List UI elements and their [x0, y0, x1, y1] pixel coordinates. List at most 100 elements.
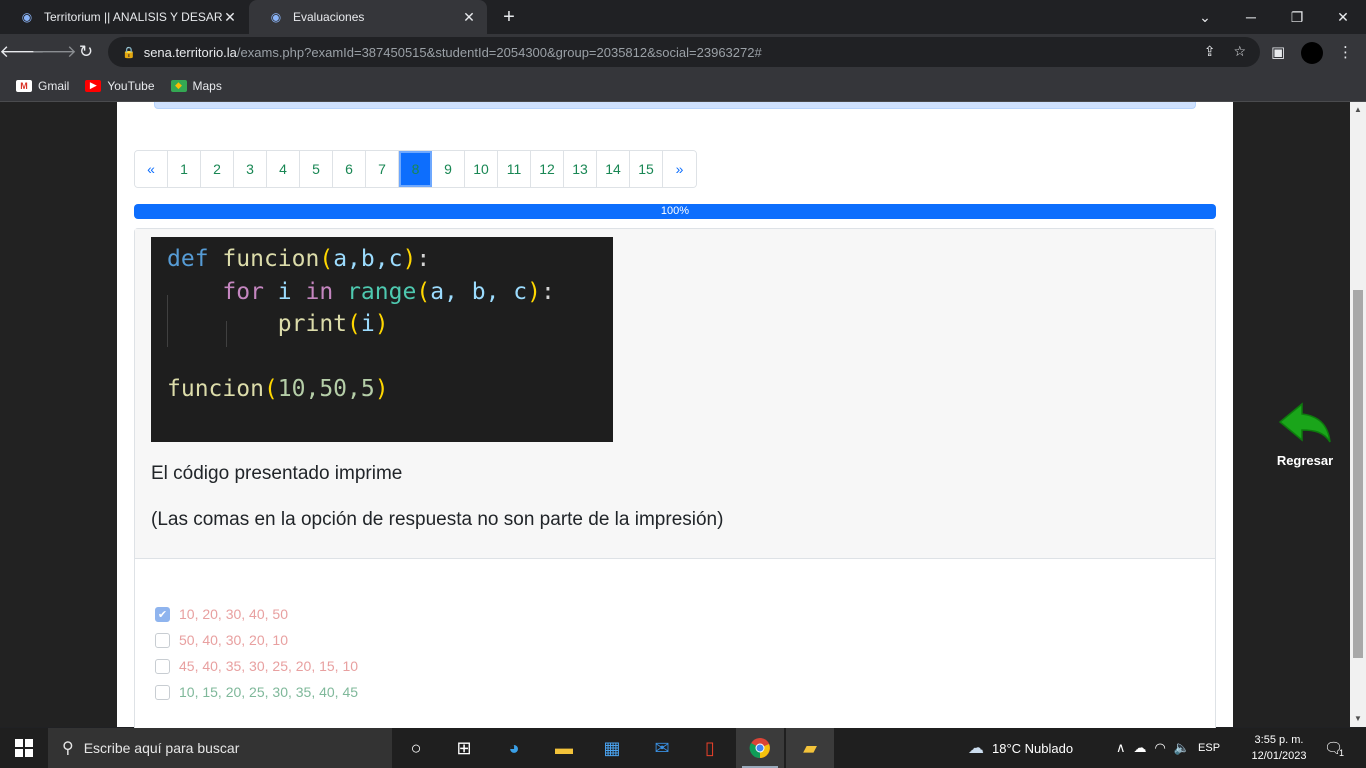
answer-option[interactable]: 50, 40, 30, 20, 10 [155, 627, 358, 653]
scroll-up-icon[interactable]: ▲ [1350, 102, 1366, 118]
eye-icon: ◉ [270, 10, 282, 24]
windows-taskbar: ⚲ Escribe aquí para buscar ○ ⊞ ◕ ▬ ▦ ✉ ▯… [0, 728, 1366, 768]
chrome-icon[interactable] [736, 728, 784, 768]
weather-widget[interactable]: ☁ 18°C Nublado [968, 728, 1073, 768]
notification-count: 1 [1339, 748, 1345, 758]
share-icon[interactable]: ⇪ [1204, 43, 1216, 60]
back-button-regresar[interactable]: Regresar [1270, 402, 1340, 468]
answer-option[interactable]: 10, 15, 20, 25, 30, 35, 40, 45 [155, 679, 358, 705]
cortana-icon[interactable]: ○ [392, 728, 440, 768]
tab-evaluaciones[interactable]: ◉ Evaluaciones ✕ [249, 0, 487, 34]
language-indicator[interactable]: ESP [1198, 742, 1220, 754]
windows-logo-icon [15, 739, 33, 757]
answer-checkbox[interactable] [155, 684, 170, 700]
answer-label[interactable]: 10, 15, 20, 25, 30, 35, 40, 45 [179, 684, 358, 700]
chevron-up-icon[interactable]: ∧ [1116, 740, 1126, 756]
folder-icon[interactable]: ▰ [786, 728, 834, 768]
pagination: «1 2 3 4 5 6 7 8 9 10 11 12 13 14 15» [134, 150, 697, 188]
edge-icon[interactable]: ◕ [490, 728, 538, 768]
pagination-page-15[interactable]: 15 [630, 151, 663, 187]
onedrive-icon[interactable]: ☁ [1134, 740, 1147, 756]
bookmark-maps[interactable]: ◆ Maps [170, 79, 222, 93]
store-icon[interactable]: ▦ [588, 728, 636, 768]
gmail-icon: M [16, 79, 32, 92]
pagination-next[interactable]: » [663, 151, 696, 187]
alert-box [154, 102, 1196, 109]
minimize-button[interactable]: ─ [1228, 0, 1274, 34]
avatar[interactable] [1301, 42, 1323, 64]
back-label: Regresar [1276, 453, 1334, 468]
answer-label[interactable]: 45, 40, 35, 30, 25, 20, 15, 10 [179, 658, 358, 674]
tab-search-icon[interactable]: ⌄ [1182, 0, 1228, 34]
clock-time: 3:55 p. m. [1254, 734, 1304, 746]
close-icon[interactable]: ✕ [461, 9, 477, 26]
office-icon[interactable]: ▯ [686, 728, 734, 768]
maps-icon: ◆ [170, 79, 187, 92]
task-view-icon[interactable]: ⊞ [440, 728, 488, 768]
youtube-icon: ▶ [85, 79, 102, 92]
url-path: /exams.php?examId=387450515&studentId=20… [236, 44, 762, 60]
answer-checkbox[interactable] [155, 632, 170, 648]
bookmark-label: Gmail [38, 78, 70, 93]
wifi-icon[interactable]: ◠ [1155, 740, 1166, 756]
answer-options: ✔ 10, 20, 30, 40, 50 50, 40, 30, 20, 10 45,… [155, 601, 358, 705]
answer-checkbox[interactable]: ✔ [155, 606, 170, 622]
side-panel-icon[interactable]: ▣ [1271, 38, 1285, 66]
notifications-button[interactable]: 🗨 1 [1324, 728, 1344, 768]
bookmark-label: YouTube [107, 78, 155, 93]
pagination-page-5[interactable]: 5 [300, 151, 333, 187]
pagination-page-6[interactable]: 6 [333, 151, 366, 187]
pagination-prev[interactable]: « [135, 151, 168, 187]
exam-container: «1 2 3 4 5 6 7 8 9 10 11 12 13 14 15» 100% def funcion… [117, 102, 1233, 738]
mail-icon[interactable]: ✉ [638, 728, 686, 768]
answer-label[interactable]: 50, 40, 30, 20, 10 [179, 632, 288, 648]
answer-option[interactable]: ✔ 10, 20, 30, 40, 50 [155, 601, 358, 627]
star-icon[interactable]: ☆ [1233, 43, 1246, 60]
reload-button[interactable]: ↻ [72, 38, 100, 66]
answer-label[interactable]: 10, 20, 30, 40, 50 [179, 606, 288, 622]
code-image: def funcion(a,b,c): for i in range(a, b,… [151, 237, 613, 442]
progress-fill: 100% [134, 204, 1216, 219]
search-placeholder: Escribe aquí para buscar [83, 740, 240, 756]
chrome-logo-icon [749, 738, 770, 759]
tab-territorium[interactable]: ◉ Territorium || ANALISIS Y DESARR ✕ [0, 0, 248, 34]
page-scrollbar[interactable]: ▲ ▼ [1350, 102, 1366, 727]
answer-option[interactable]: 45, 40, 35, 30, 25, 20, 15, 10 [155, 653, 358, 679]
new-tab-button[interactable]: + [498, 6, 520, 28]
forward-button[interactable]: 🡒 [31, 38, 77, 66]
pagination-page-9[interactable]: 9 [432, 151, 465, 187]
scroll-down-icon[interactable]: ▼ [1350, 711, 1366, 727]
windows-start-button[interactable] [0, 728, 48, 768]
pagination-page-13[interactable]: 13 [564, 151, 597, 187]
pagination-page-2[interactable]: 2 [201, 151, 234, 187]
address-bar[interactable]: 🔒 sena.territorio.la/exams.php?examId=38… [108, 37, 1260, 67]
return-arrow-icon[interactable] [1278, 402, 1332, 444]
pagination-page-11[interactable]: 11 [498, 151, 531, 187]
lock-icon[interactable]: 🔒 [122, 46, 136, 59]
pagination-page-4[interactable]: 4 [267, 151, 300, 187]
pagination-page-12[interactable]: 12 [531, 151, 564, 187]
cloud-icon: ☁ [968, 740, 984, 757]
file-explorer-icon[interactable]: ▬ [540, 728, 588, 768]
pagination-page-7[interactable]: 7 [366, 151, 399, 187]
close-icon[interactable]: ✕ [222, 9, 238, 26]
restore-button[interactable]: ❐ [1274, 0, 1320, 34]
taskbar-search[interactable]: ⚲ Escribe aquí para buscar [48, 728, 392, 768]
pagination-page-8[interactable]: 8 [399, 151, 432, 187]
pagination-page-10[interactable]: 10 [465, 151, 498, 187]
question-header: def funcion(a,b,c): for i in range(a, b,… [135, 229, 1215, 559]
eye-icon: ◉ [21, 10, 33, 24]
answer-checkbox[interactable] [155, 658, 170, 674]
volume-icon[interactable]: 🔈 [1174, 740, 1190, 756]
pagination-page-1[interactable]: 1 [168, 151, 201, 187]
scroll-thumb[interactable] [1353, 290, 1363, 658]
tab-title: Territorium || ANALISIS Y DESARR [44, 10, 222, 24]
pagination-page-14[interactable]: 14 [597, 151, 630, 187]
pagination-page-3[interactable]: 3 [234, 151, 267, 187]
menu-icon[interactable]: ⋮ [1338, 38, 1353, 66]
bookmark-gmail[interactable]: M Gmail [16, 79, 69, 93]
window-close-button[interactable]: ✕ [1320, 0, 1366, 34]
clock[interactable]: 3:55 p. m. 12/01/2023 [1244, 732, 1314, 764]
bookmark-youtube[interactable]: ▶ YouTube [85, 78, 155, 93]
tab-strip: ◉ Territorium || ANALISIS Y DESARR ✕ ◉ E… [0, 0, 1366, 34]
